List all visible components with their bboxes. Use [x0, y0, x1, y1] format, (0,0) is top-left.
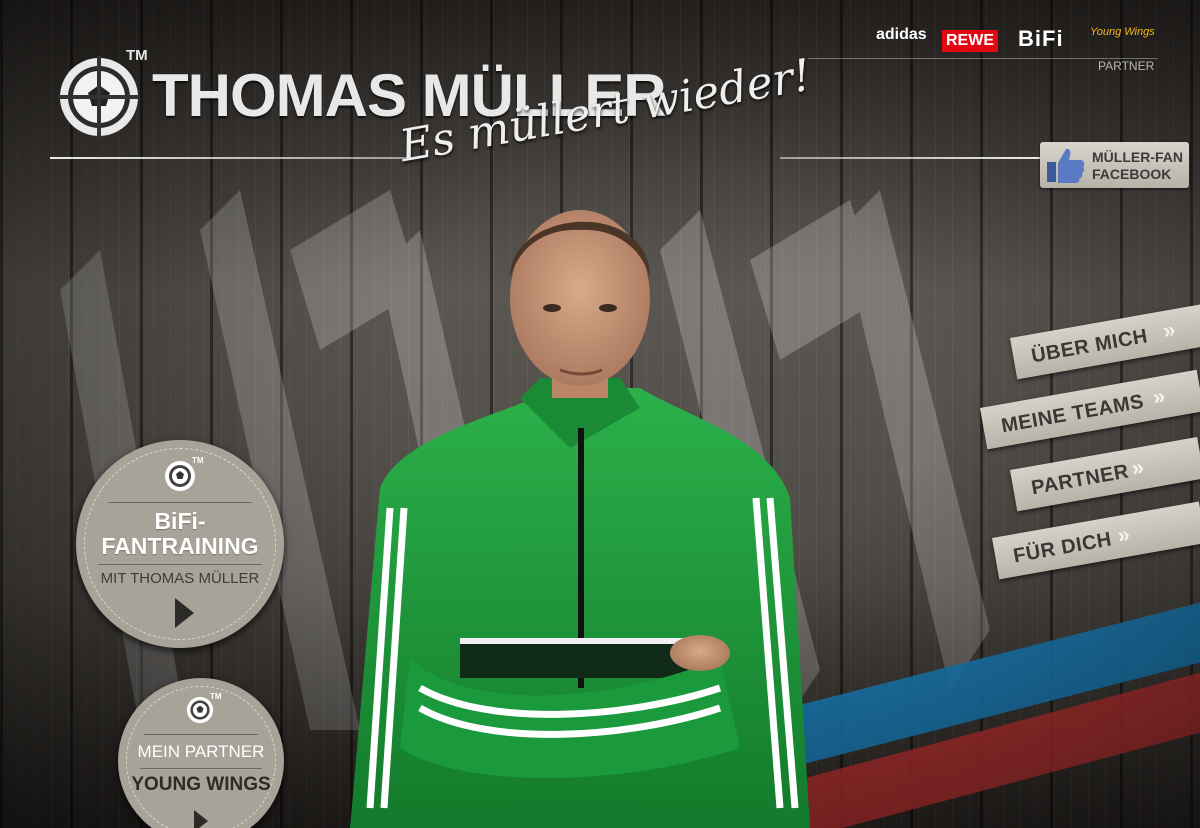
- partner-subtitle: MEIN PARTNER: [137, 742, 265, 761]
- facebook-fan-button[interactable]: MÜLLER-FAN FACEBOOK: [1040, 142, 1189, 188]
- nav-item-label: FÜR DICH: [1011, 528, 1114, 568]
- nav-item-label: PARTNER: [1029, 460, 1131, 500]
- play-icon: [175, 598, 194, 628]
- partner-title: YOUNG WINGS: [131, 774, 271, 795]
- badge-trademark: TM: [210, 692, 222, 701]
- badge-divider: [98, 564, 262, 565]
- thumbs-up-icon: [1047, 148, 1085, 183]
- double-chevron-icon: »: [1150, 382, 1168, 410]
- double-chevron-icon: »: [1160, 316, 1178, 344]
- young-wings-logo[interactable]: Young Wings: [1090, 26, 1155, 38]
- badge-trademark: TM: [192, 456, 204, 465]
- player-photo: [350, 210, 810, 828]
- page-background: TM THOMAS MÜLLER Es müllert wieder! adid…: [0, 0, 1200, 828]
- play-icon: [194, 810, 208, 828]
- logo-trademark: TM: [126, 47, 148, 64]
- nav-item-label: ÜBER MICH: [1029, 325, 1150, 368]
- badge-divider: [140, 768, 262, 769]
- badge-divider: [144, 734, 258, 735]
- header-rule-left: [50, 157, 410, 159]
- bifi-logo[interactable]: BiFi: [1018, 26, 1064, 52]
- football-logo-icon: [58, 56, 140, 138]
- fantraining-title-line2: FANTRAINING: [101, 533, 259, 559]
- header-rule-right: [780, 157, 1040, 159]
- fantraining-badge[interactable]: TM BiFi- FANTRAINING MIT THOMAS MÜLLER: [76, 440, 284, 648]
- double-chevron-icon: »: [1115, 521, 1132, 548]
- facebook-line1: MÜLLER-FAN: [1092, 149, 1183, 165]
- adidas-logo[interactable]: adidas: [876, 26, 927, 44]
- double-chevron-icon: »: [1129, 453, 1146, 481]
- fantraining-title-line1: BiFi-: [154, 508, 206, 534]
- facebook-line2: FACEBOOK: [1092, 166, 1172, 182]
- partner-label: PARTNER: [1098, 59, 1155, 73]
- rewe-logo[interactable]: REWE: [942, 30, 998, 52]
- fantraining-subtitle: MIT THOMAS MÜLLER: [100, 570, 260, 587]
- badge-divider: [108, 502, 252, 503]
